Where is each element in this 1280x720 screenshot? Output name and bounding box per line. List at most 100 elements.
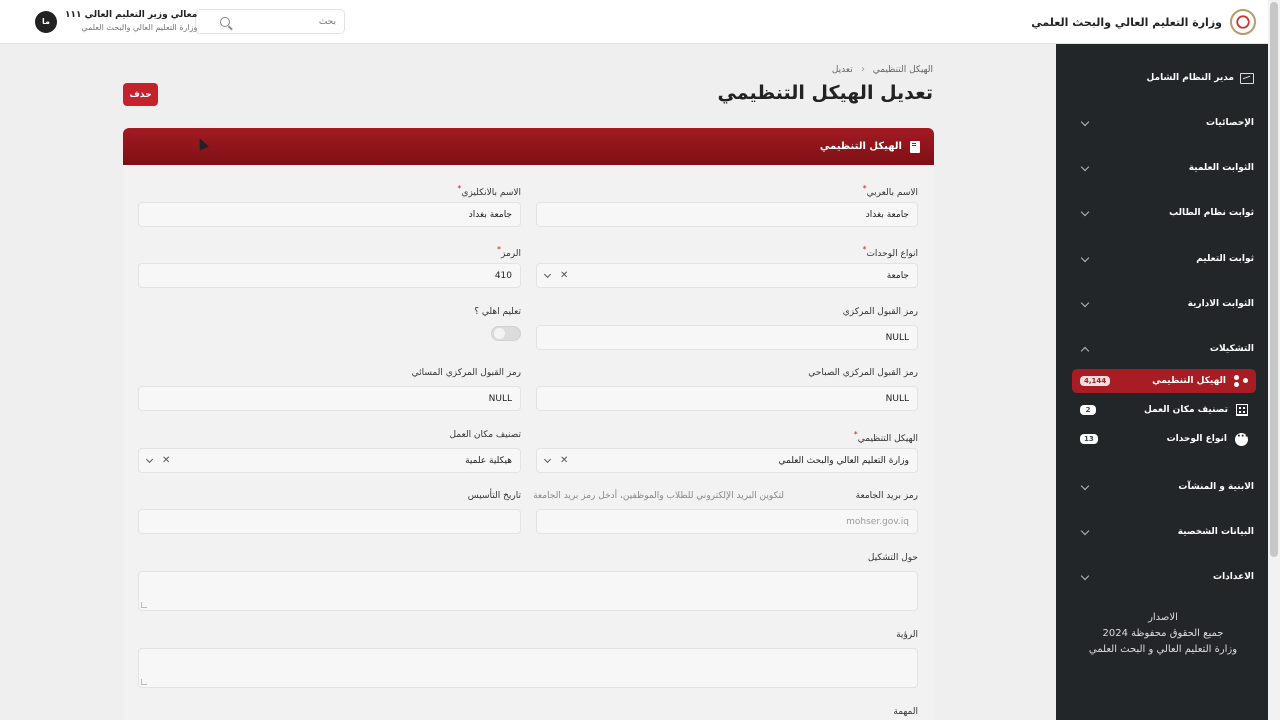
sidebar-item-dashboard[interactable]: مدير النظام الشامل	[1078, 68, 1254, 88]
user-org: وزارة التعليم العالي والبحث العلمي	[81, 23, 198, 32]
sidebar-item-statistics[interactable]: الإحصائيات	[1078, 113, 1254, 133]
workplace-label: تصنيف مكان العمل	[449, 430, 521, 440]
sidebar-item-label: الثوابت الادارية	[1187, 299, 1254, 309]
breadcrumb: الهيكل التنظيمي › تعديل	[832, 64, 933, 75]
sidebar-item-label: الإحصائيات	[1206, 118, 1254, 128]
unit-type-select[interactable]: جامعة ✕	[536, 263, 918, 288]
org-structure-label: الهيكل التنظيمي	[854, 430, 918, 444]
user-info: معالي وزير التعليم العالي ١١١ وزارة التع…	[65, 9, 197, 34]
count-badge: 13	[1080, 434, 1098, 444]
workplace-select[interactable]: هيكلية علمية ✕	[138, 448, 521, 473]
brand-title: وزارة التعليم العالي والبحث العلمي	[1031, 15, 1222, 29]
name-ar-field[interactable]: جامعة بغداد	[536, 202, 918, 227]
workplace-value: هيكلية علمية	[465, 455, 512, 466]
chevron-down-icon[interactable]	[145, 455, 154, 463]
mission-label: المهمة	[893, 707, 918, 717]
code-label: الرمز	[497, 245, 521, 259]
search-icon	[220, 16, 230, 27]
clear-icon[interactable]: ✕	[560, 270, 568, 281]
sidebar-subitem-label: الهيكل التنظيمي	[1152, 376, 1226, 386]
sidebar-subitem-label: انواع الوحدات	[1166, 434, 1227, 444]
clear-icon[interactable]: ✕	[560, 455, 568, 466]
sidebar-item-label: مدير النظام الشامل	[1146, 73, 1234, 83]
name-ar-label: الاسم بالعربي	[863, 184, 918, 198]
unit-type-value: جامعة	[886, 270, 909, 281]
chevron-down-icon[interactable]	[543, 270, 552, 278]
version-label: الاصدار	[1148, 612, 1178, 623]
name-en-label: الاسم بالانكليزي	[457, 184, 521, 198]
sidebar-item-label: البيانات الشخصية	[1177, 527, 1254, 537]
sidebar-item-settings[interactable]: الاعدادات	[1078, 567, 1254, 587]
dots-circle-icon	[1235, 431, 1248, 446]
sidebar-subitem-org-structure[interactable]: الهيكل التنظيمي 4,144	[1072, 369, 1256, 393]
search-input[interactable]	[236, 16, 336, 27]
name-en-field[interactable]: جامعة بغداد	[138, 202, 521, 227]
sidebar: مدير النظام الشامل الإحصائيات الثوابت ال…	[1056, 44, 1268, 720]
vision-textarea[interactable]	[138, 648, 918, 688]
sidebar-subitem-workplace-class[interactable]: تصنيف مكان العمل 2	[1072, 398, 1256, 422]
morning-code-value: NULL	[885, 393, 909, 404]
sidebar-item-label: الاعدادات	[1213, 572, 1254, 582]
sidebar-footer: الاصدار جميع الحقوق محفوظة 2024 وزارة ال…	[1088, 610, 1238, 658]
morning-code-field[interactable]: NULL	[536, 386, 918, 411]
delete-button[interactable]: حذف	[123, 83, 158, 106]
chevron-down-icon	[1080, 117, 1090, 126]
chevron-down-icon	[1080, 298, 1090, 307]
sidebar-subitem-unit-types[interactable]: انواع الوحدات 13	[1072, 427, 1256, 451]
top-bar: وزارة التعليم العالي والبحث العلمي معالي…	[0, 0, 1268, 44]
book-icon	[910, 140, 920, 153]
name-en-value: جامعة بغداد	[468, 209, 512, 220]
sidebar-item-education-constants[interactable]: ثوابت التعليم	[1078, 249, 1254, 269]
code-field[interactable]: 410	[138, 263, 521, 288]
org-structure-value: وزارة التعليم العالي والبحث العلمي	[778, 455, 909, 466]
count-badge: 2	[1080, 405, 1096, 415]
sidebar-item-buildings[interactable]: الابنية و المنشآت	[1078, 477, 1254, 497]
sidebar-item-formations[interactable]: التشكيلات	[1078, 339, 1254, 359]
dashboard-icon	[1240, 72, 1254, 84]
university-email-field[interactable]: mohser.gov.iq	[536, 509, 918, 534]
breadcrumb-item-org-structure[interactable]: الهيكل التنظيمي	[873, 65, 933, 75]
central-code-field[interactable]: NULL	[536, 325, 918, 350]
org-structure-select[interactable]: وزارة التعليم العالي والبحث العلمي ✕	[536, 448, 918, 473]
chevron-down-icon	[1080, 207, 1090, 216]
user-name: معالي وزير التعليم العالي ١١١	[65, 10, 198, 20]
page-title: تعديل الهيكل التنظيمي	[717, 82, 934, 104]
chevron-down-icon	[1080, 481, 1090, 490]
breadcrumb-item-edit: تعديل	[831, 64, 853, 75]
brand[interactable]: وزارة التعليم العالي والبحث العلمي	[1031, 8, 1256, 36]
code-value: 410	[494, 270, 512, 281]
chevron-down-icon	[1080, 253, 1090, 262]
ministry-logo-icon	[1230, 9, 1256, 35]
chevron-down-icon[interactable]	[543, 455, 552, 463]
evening-code-field[interactable]: NULL	[138, 386, 521, 411]
sidebar-item-label: الثوابت العلمية	[1188, 163, 1254, 173]
form-card: الهيكل التنظيمي الاسم بالعربي جامعة بغدا…	[123, 128, 934, 720]
search-box[interactable]	[195, 9, 345, 34]
avatar[interactable]: ما	[35, 10, 57, 33]
sidebar-item-admin-constants[interactable]: الثوابت الادارية	[1078, 294, 1254, 314]
founded-date-label: تاريخ التأسيس	[467, 491, 521, 501]
copyright-label: جميع الحقوق محفوظة 2024	[1102, 628, 1224, 639]
central-code-label: رمز القبول المركزي	[842, 307, 918, 317]
private-education-toggle[interactable]	[491, 326, 521, 341]
founded-date-field[interactable]	[138, 509, 521, 534]
chevron-down-icon	[1080, 162, 1090, 171]
count-badge: 4,144	[1080, 376, 1111, 386]
page-scrollbar[interactable]	[1268, 0, 1280, 720]
sidebar-item-student-constants[interactable]: ثوابت نظام الطالب	[1078, 203, 1254, 223]
scrollbar-thumb[interactable]	[1270, 2, 1278, 557]
sidebar-item-scientific-constants[interactable]: الثوابت العلمية	[1078, 158, 1254, 178]
clear-icon[interactable]: ✕	[162, 455, 170, 466]
user-menu[interactable]: معالي وزير التعليم العالي ١١١ وزارة التع…	[35, 9, 197, 34]
about-textarea[interactable]	[138, 571, 918, 611]
sidebar-item-label: ثوابت التعليم	[1196, 254, 1254, 264]
morning-code-label: رمز القبول المركزي الصباحي	[808, 368, 918, 378]
about-label: حول التشكيل	[867, 553, 918, 563]
ministry-label: وزارة التعليم العالي و البحث العلمي	[1088, 644, 1238, 655]
private-education-label: تعليم اهلي ؟	[474, 307, 521, 317]
name-ar-value: جامعة بغداد	[865, 209, 909, 220]
central-code-value: NULL	[885, 332, 909, 343]
sidebar-item-personal-data[interactable]: البيانات الشخصية	[1078, 522, 1254, 542]
chevron-left-icon: ›	[860, 64, 865, 75]
university-email-label: رمز بريد الجامعة	[855, 491, 918, 501]
